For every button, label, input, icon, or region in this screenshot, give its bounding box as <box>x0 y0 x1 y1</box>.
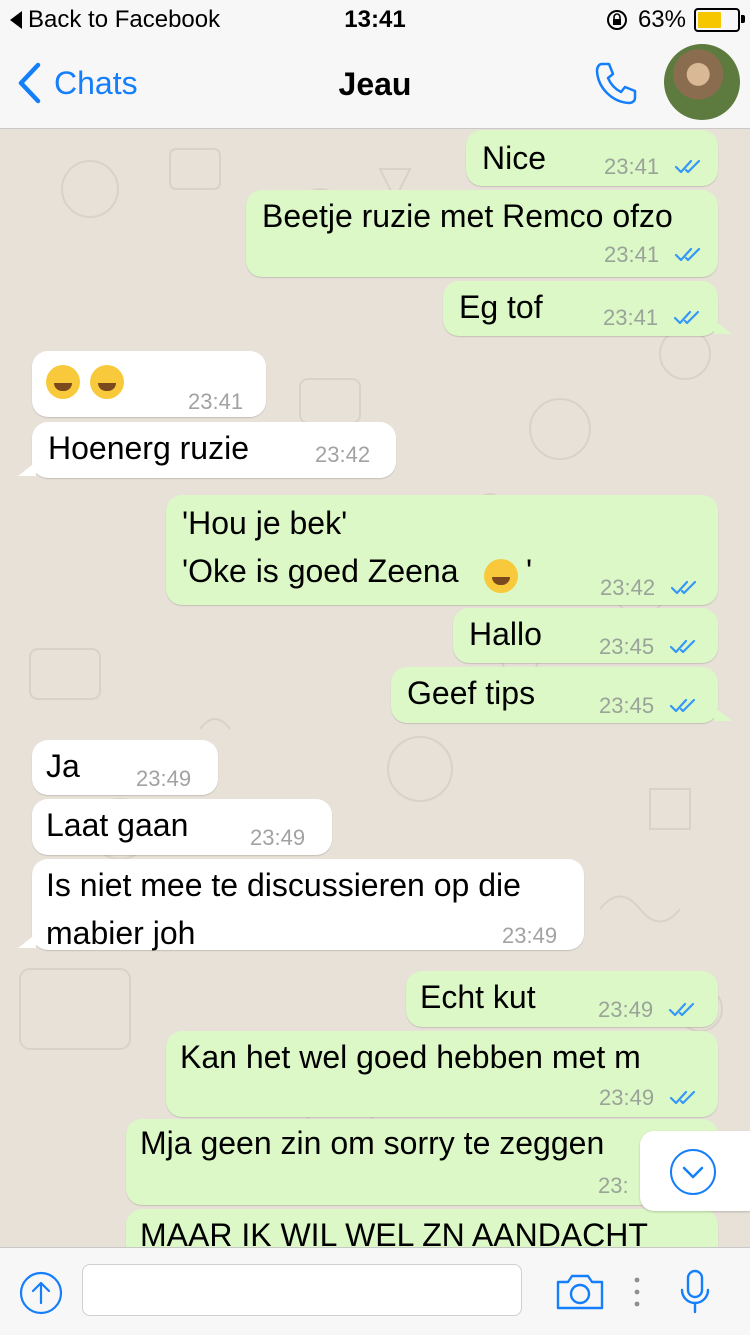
tears-of-joy-icon <box>46 365 80 399</box>
message-text: 'Oke is goed Zeena <box>182 553 459 589</box>
outgoing-message[interactable]: Eg tof 23:41 <box>443 281 732 336</box>
message-text: Geef tips <box>407 675 536 711</box>
message-text: mabier joh <box>46 915 196 951</box>
contact-avatar[interactable] <box>664 44 740 120</box>
message-text: Is niet mee te discussieren op die <box>46 867 521 903</box>
read-receipt-icon <box>674 157 704 175</box>
incoming-message[interactable]: Ja 23:49 <box>32 740 218 795</box>
outgoing-message[interactable]: 'Hou je bek' 'Oke is goed Zeena ' 23:42 <box>166 495 718 605</box>
message-time: 23:41 <box>604 154 660 179</box>
read-receipt-icon <box>674 245 704 263</box>
nav-bar: Chats Jeau <box>0 40 750 129</box>
read-receipt-icon <box>668 1000 698 1018</box>
message-text: Laat gaan <box>46 807 189 843</box>
chevron-down-icon <box>670 1149 716 1195</box>
message-text: Mja geen zin om sorry te zeggen <box>140 1125 605 1161</box>
outgoing-message[interactable]: Geef tips 23:45 <box>391 667 732 723</box>
outgoing-message[interactable]: Beetje ruzie met Remco ofzo 23:41 <box>246 190 718 277</box>
bubble-tail <box>714 320 732 334</box>
message-time: 23:45 <box>599 693 655 718</box>
message-input[interactable] <box>82 1264 522 1316</box>
incoming-message[interactable]: Is niet mee te discussieren op die mabier… <box>18 859 584 951</box>
message-text: 'Hou je bek' <box>182 505 348 541</box>
message-time: 23:41 <box>604 242 660 267</box>
rotation-lock-icon <box>606 10 627 30</box>
message-text: MAAR IK WIL WEL ZN AANDACHT <box>140 1217 648 1247</box>
smiling-face-icon <box>484 559 518 593</box>
message-time: 23:45 <box>599 634 655 659</box>
outgoing-message[interactable]: MAAR IK WIL WEL ZN AANDACHT <box>126 1209 718 1247</box>
status-right: 63% <box>606 6 745 34</box>
read-receipt-icon <box>669 696 699 714</box>
read-receipt-icon <box>673 308 703 326</box>
microphone-icon[interactable] <box>678 1268 712 1316</box>
read-receipt-icon <box>669 637 699 655</box>
tears-of-joy-icon <box>90 365 124 399</box>
message-text: Beetje ruzie met Remco ofzo <box>262 198 673 234</box>
read-receipt-icon <box>669 1088 699 1106</box>
message-text: Echt kut <box>420 979 536 1015</box>
arrow-up-icon[interactable] <box>18 1270 64 1316</box>
scroll-to-bottom-button[interactable] <box>640 1131 750 1211</box>
outgoing-message[interactable]: Nice 23:41 <box>466 130 718 186</box>
message-time: 23:49 <box>136 766 192 791</box>
message-time: 23:42 <box>315 442 371 467</box>
bubble-tail <box>18 934 36 948</box>
camera-icon[interactable] <box>554 1272 606 1312</box>
more-dots-icon[interactable] <box>633 1274 641 1310</box>
read-receipt-icon <box>670 578 700 596</box>
outgoing-message[interactable]: Echt kut 23:49 <box>406 971 718 1027</box>
incoming-message[interactable]: Laat gaan 23:49 <box>32 799 332 855</box>
message-time: 23:49 <box>598 997 654 1022</box>
battery-icon <box>694 8 745 32</box>
message-text: Eg tof <box>459 289 543 325</box>
message-time: 23: <box>598 1173 629 1198</box>
message-time: 23:41 <box>188 389 244 414</box>
message-time: 23:49 <box>250 825 306 850</box>
incoming-message[interactable]: Hoenerg ruzie 23:42 <box>18 422 396 478</box>
message-time: 23:49 <box>502 923 558 948</box>
input-bar <box>0 1247 750 1335</box>
outgoing-message[interactable]: Kan het wel goed hebben met m 23:49 <box>166 1031 718 1117</box>
message-text: ' <box>526 553 533 589</box>
bubble-tail <box>714 707 732 721</box>
message-time: 23:49 <box>599 1085 655 1110</box>
message-text: Hoenerg ruzie <box>48 430 249 466</box>
message-text: Kan het wel goed hebben met m <box>180 1039 641 1075</box>
message-text: Hallo <box>469 616 542 652</box>
phone-icon[interactable] <box>590 58 640 108</box>
battery-percent: 63% <box>637 6 686 33</box>
message-text: Ja <box>46 748 80 784</box>
incoming-message[interactable]: 23:41 <box>32 351 266 417</box>
status-bar: Back to Facebook 13:41 63% <box>0 0 750 40</box>
chat-area[interactable]: Nice 23:41 Beetje ruzie met Remco ofzo 23:4… <box>0 129 750 1247</box>
message-text: Nice <box>482 140 547 176</box>
message-time: 23:42 <box>600 575 656 600</box>
bubble-tail <box>18 462 36 476</box>
outgoing-message[interactable]: Hallo 23:45 <box>453 608 718 663</box>
outgoing-message[interactable]: Mja geen zin om sorry te zeggen 23: <box>126 1119 718 1205</box>
message-time: 23:41 <box>603 305 659 330</box>
